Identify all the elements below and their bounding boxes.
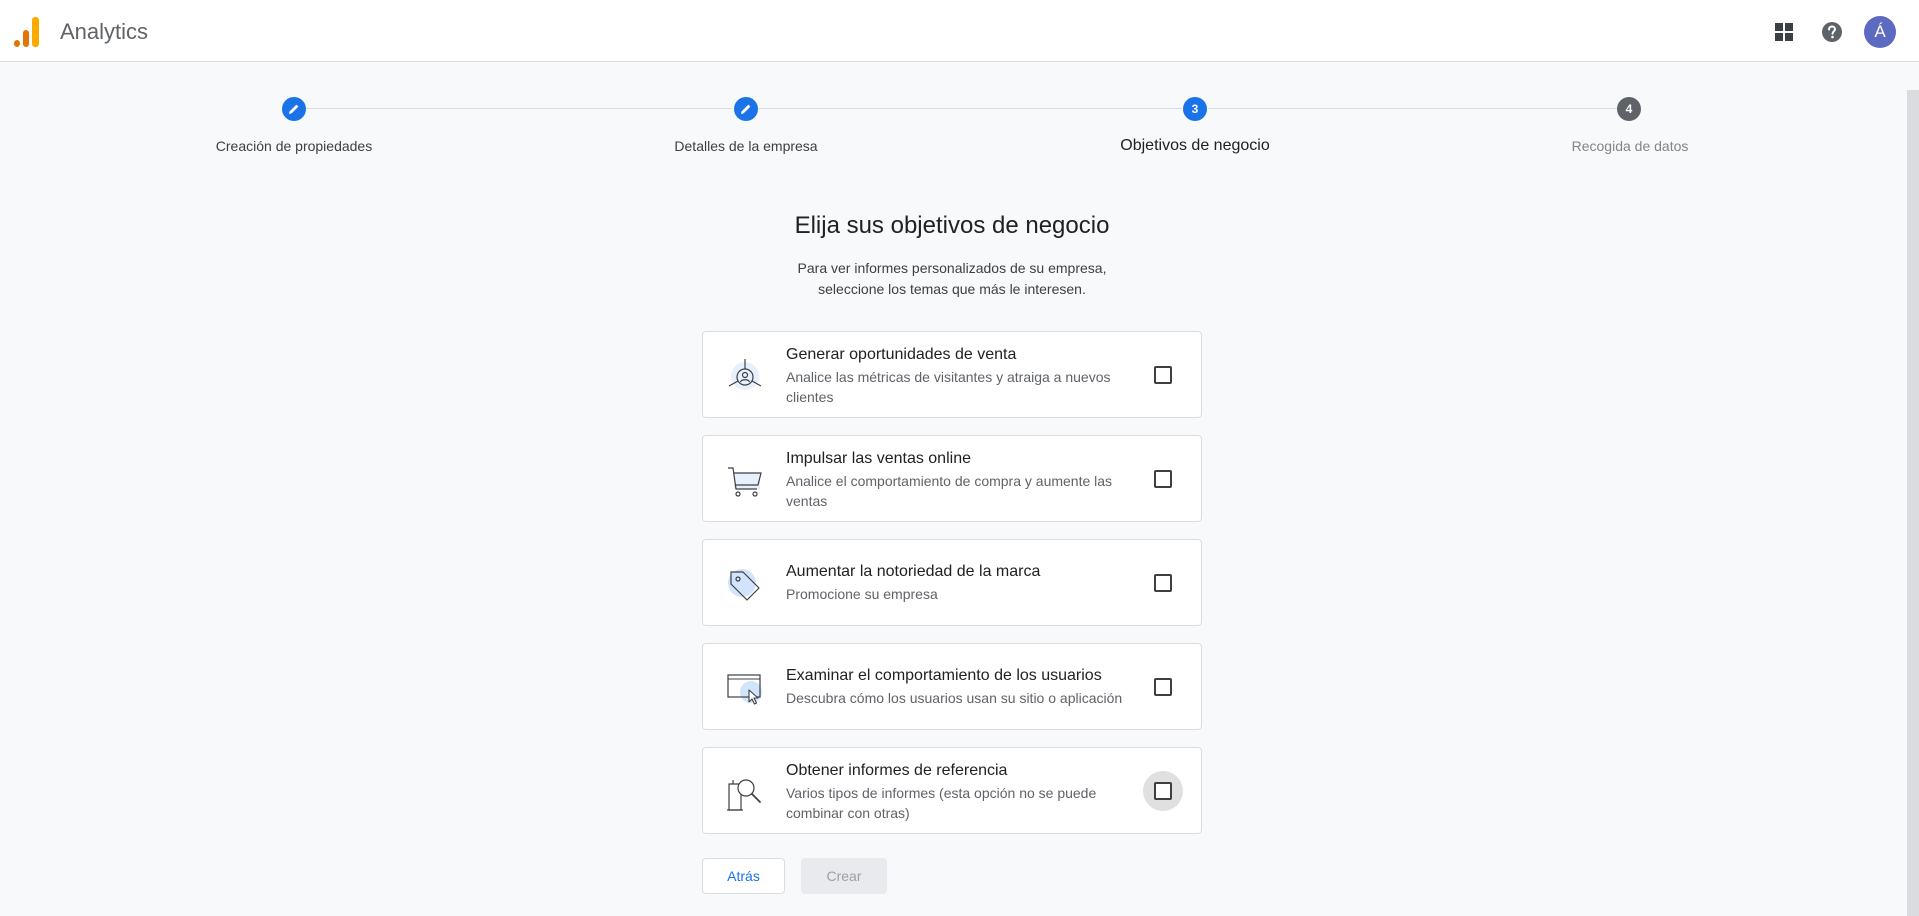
option-title: Aumentar la notoriedad de la marca [786,563,1041,580]
option-description: Promocione su empresa [786,586,938,602]
step-2-edit-icon[interactable] [734,97,758,121]
top-app-bar: Analytics Á [0,0,1919,62]
magnifier-document-icon [725,772,765,812]
help-icon[interactable] [1816,16,1848,48]
step-label-detalles-empresa[interactable]: Detalles de la empresa [674,138,817,154]
step-3-circle: 3 [1183,97,1207,121]
stepper-connector [758,108,1182,109]
option-card-leads[interactable]: Generar oportunidades de venta Analice l… [702,331,1202,418]
cart-icon [725,460,765,500]
create-button[interactable]: Crear [801,858,887,894]
option-description: Analice el comportamiento de compra y au… [786,473,1113,509]
option-checkbox-leads[interactable] [1143,355,1183,395]
option-description: Descubra cómo los usuarios usan su sitio… [786,690,1123,706]
page-title: Elija sus objetivos de negocio [794,212,1110,239]
option-title: Impulsar las ventas online [786,450,971,467]
step-label-creacion-propiedades[interactable]: Creación de propiedades [216,138,372,154]
step-label-objetivos-negocio: Objetivos de negocio [1120,137,1270,154]
stepper-connector [1208,108,1618,109]
vertical-scrollbar[interactable] [1907,90,1919,916]
option-checkbox-user-behavior[interactable] [1143,667,1183,707]
screen-cursor-icon [725,668,765,708]
apps-icon[interactable] [1768,16,1800,48]
back-button[interactable]: Atrás [702,858,785,894]
option-checkbox-online-sales[interactable] [1143,459,1183,499]
account-avatar[interactable]: Á [1864,16,1896,48]
option-description: Varios tipos de informes (esta opción no… [786,785,1097,821]
page-subtitle: Para ver informes personalizados de su e… [752,258,1152,300]
option-card-brand-awareness[interactable]: Aumentar la notoriedad de la marca Promo… [702,539,1202,626]
step-label-recogida-datos: Recogida de datos [1571,138,1689,154]
subtitle-line-1: Para ver informes personalizados de su e… [797,260,1107,276]
option-title: Obtener informes de referencia [786,762,1008,779]
app-title: Analytics [60,19,149,44]
step-4-circle: 4 [1617,97,1641,121]
option-title: Examinar el comportamiento de los usuari… [786,667,1102,684]
option-checkbox-brand-awareness[interactable] [1143,563,1183,603]
leads-icon [725,356,765,396]
step-1-edit-icon[interactable] [282,97,306,121]
stepper-connector [306,108,732,109]
tag-icon [725,564,765,604]
option-title: Generar oportunidades de venta [786,346,1017,363]
analytics-logo-icon[interactable] [14,17,42,47]
option-card-user-behavior[interactable]: Examinar el comportamiento de los usuari… [702,643,1202,730]
option-card-benchmark-reports[interactable]: Obtener informes de referencia Varios ti… [702,747,1202,834]
subtitle-line-2: seleccione los temas que más le interese… [818,281,1086,297]
option-card-online-sales[interactable]: Impulsar las ventas online Analice el co… [702,435,1202,522]
option-description: Analice las métricas de visitantes y atr… [786,369,1111,405]
option-checkbox-benchmark-reports[interactable] [1143,771,1183,811]
